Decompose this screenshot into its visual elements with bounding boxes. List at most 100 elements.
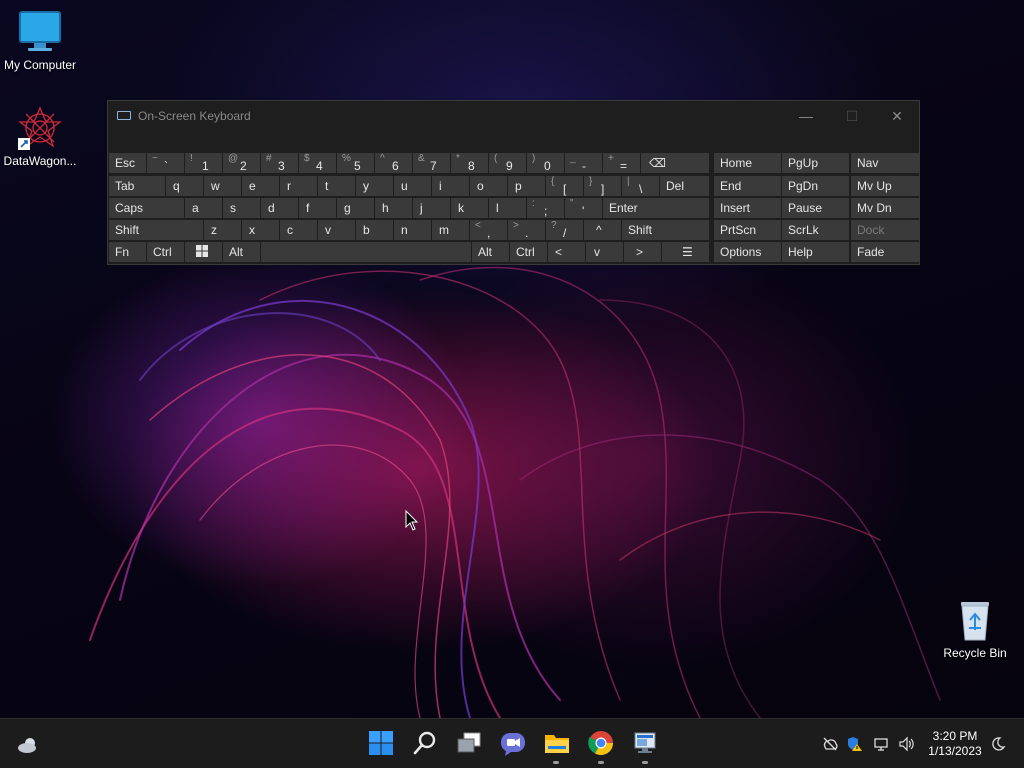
key-quote[interactable]: " ' — [565, 198, 602, 218]
key-5[interactable]: % 5 — [337, 153, 374, 173]
key-2[interactable]: @2 — [223, 153, 260, 173]
key-up-arrow[interactable]: ^ — [584, 220, 621, 240]
key-h[interactable]: h — [375, 198, 412, 218]
key-l[interactable]: l — [489, 198, 526, 218]
key-mv-dn[interactable]: Mv Dn — [851, 198, 919, 218]
key-k[interactable]: k — [451, 198, 488, 218]
key-insert[interactable]: Insert — [714, 198, 781, 218]
key-v[interactable]: v — [318, 220, 355, 240]
key-i[interactable]: i — [432, 176, 469, 196]
weather-icon[interactable] — [16, 733, 40, 757]
key-down-arrow[interactable]: v — [586, 242, 623, 262]
desktop-icon-my-computer[interactable]: My Computer — [0, 8, 80, 72]
key-fn[interactable]: Fn — [109, 242, 146, 262]
key-options[interactable]: Options — [714, 242, 781, 262]
key-o[interactable]: o — [470, 176, 507, 196]
key-8[interactable]: * 8 — [451, 153, 488, 173]
key-backslash[interactable]: | \ — [622, 176, 659, 196]
key-ctrl-left[interactable]: Ctrl — [147, 242, 184, 262]
key-backspace[interactable]: ⌫ — [641, 153, 709, 173]
key-prtscn[interactable]: PrtScn — [714, 220, 781, 240]
key-equals[interactable]: + = — [603, 153, 640, 173]
key-7[interactable]: & 7 — [413, 153, 450, 173]
key-s[interactable]: s — [223, 198, 260, 218]
key-del[interactable]: Del — [660, 176, 709, 196]
key-dock[interactable]: Dock — [851, 220, 919, 240]
security-warning-icon[interactable] — [847, 736, 863, 752]
remote-desktop-icon[interactable] — [631, 729, 659, 757]
key-end[interactable]: End — [714, 176, 781, 196]
key-6[interactable]: ^ 6 — [375, 153, 412, 173]
key-g[interactable]: g — [337, 198, 374, 218]
key-home[interactable]: Home — [714, 153, 781, 173]
key-0[interactable]: ) 0 — [527, 153, 564, 173]
maximize-button[interactable]: ☐ — [832, 105, 872, 127]
key-f[interactable]: f — [299, 198, 336, 218]
key-d[interactable]: d — [261, 198, 298, 218]
key-help[interactable]: Help — [782, 242, 849, 262]
key-tab[interactable]: Tab — [109, 176, 165, 196]
key-slash[interactable]: ? / — [546, 220, 583, 240]
key-enter[interactable]: Enter — [603, 198, 709, 218]
desktop-icon-datawagon[interactable]: DataWagon... — [0, 104, 80, 168]
key-a[interactable]: a — [185, 198, 222, 218]
key-mv-up[interactable]: Mv Up — [851, 176, 919, 196]
task-view-icon[interactable] — [455, 729, 483, 757]
minimize-button[interactable]: — — [786, 105, 826, 127]
key-x[interactable]: x — [242, 220, 279, 240]
key-left-arrow[interactable]: < — [548, 242, 585, 262]
key-semicolon[interactable]: :; — [527, 198, 564, 218]
key-r[interactable]: r — [280, 176, 317, 196]
key-q[interactable]: q — [166, 176, 203, 196]
desktop-icon-recycle-bin[interactable]: Recycle Bin — [935, 596, 1015, 660]
key-1[interactable]: ! 1 — [185, 153, 222, 173]
key-pgdn[interactable]: PgDn — [782, 176, 849, 196]
file-explorer-icon[interactable] — [543, 729, 571, 757]
key-b[interactable]: b — [356, 220, 393, 240]
key-caps[interactable]: Caps — [109, 198, 184, 218]
key-4[interactable]: $4 — [299, 153, 336, 173]
key-backtick[interactable]: ~ ` — [147, 153, 184, 173]
key-minus[interactable]: _ - — [565, 153, 602, 173]
key-ctrl-right[interactable]: Ctrl — [510, 242, 547, 262]
taskbar[interactable]: 3:20 PM 1/13/2023 — [0, 718, 1024, 768]
start-icon[interactable] — [367, 729, 395, 757]
key-alt-right[interactable]: Alt — [472, 242, 509, 262]
key-e[interactable]: e — [242, 176, 279, 196]
key-menu[interactable]: ☰ — [662, 242, 709, 262]
chrome-icon[interactable] — [587, 729, 615, 757]
key-n[interactable]: n — [394, 220, 431, 240]
key-t[interactable]: t — [318, 176, 355, 196]
volume-icon[interactable] — [898, 736, 914, 752]
key-u[interactable]: u — [394, 176, 431, 196]
key-y[interactable]: y — [356, 176, 393, 196]
close-button[interactable]: ✕ — [877, 105, 917, 127]
key-esc[interactable]: Esc — [109, 153, 146, 173]
key-p[interactable]: p — [508, 176, 545, 196]
network-off-icon[interactable] — [822, 736, 838, 752]
key-w[interactable]: w — [204, 176, 241, 196]
taskbar-clock[interactable]: 3:20 PM 1/13/2023 — [920, 729, 990, 759]
on-screen-keyboard-window[interactable]: On-Screen Keyboard — ☐ ✕ Esc ~ ` ! 1 @2 #3… — [107, 100, 920, 265]
window-titlebar[interactable]: On-Screen Keyboard — ☐ ✕ — [108, 101, 919, 131]
key-scrlk[interactable]: ScrLk — [782, 220, 849, 240]
chat-icon[interactable] — [499, 729, 527, 757]
display-icon[interactable] — [873, 736, 889, 752]
key-m[interactable]: m — [432, 220, 469, 240]
key-z[interactable]: z — [204, 220, 241, 240]
key-9[interactable]: (9 — [489, 153, 526, 173]
key-left-bracket[interactable]: {[ — [546, 176, 583, 196]
key-nav[interactable]: Nav — [851, 153, 919, 173]
focus-moon-icon[interactable] — [990, 736, 1006, 752]
key-shift-right[interactable]: Shift — [622, 220, 709, 240]
key-pgup[interactable]: PgUp — [782, 153, 849, 173]
key-windows[interactable] — [185, 242, 222, 262]
key-c[interactable]: c — [280, 220, 317, 240]
key-right-arrow[interactable]: > — [624, 242, 661, 262]
key-right-bracket[interactable]: }] — [584, 176, 621, 196]
key-j[interactable]: j — [413, 198, 450, 218]
key-alt-left[interactable]: Alt — [223, 242, 260, 262]
key-pause[interactable]: Pause — [782, 198, 849, 218]
search-icon[interactable] — [411, 729, 439, 757]
key-space[interactable] — [261, 242, 471, 262]
